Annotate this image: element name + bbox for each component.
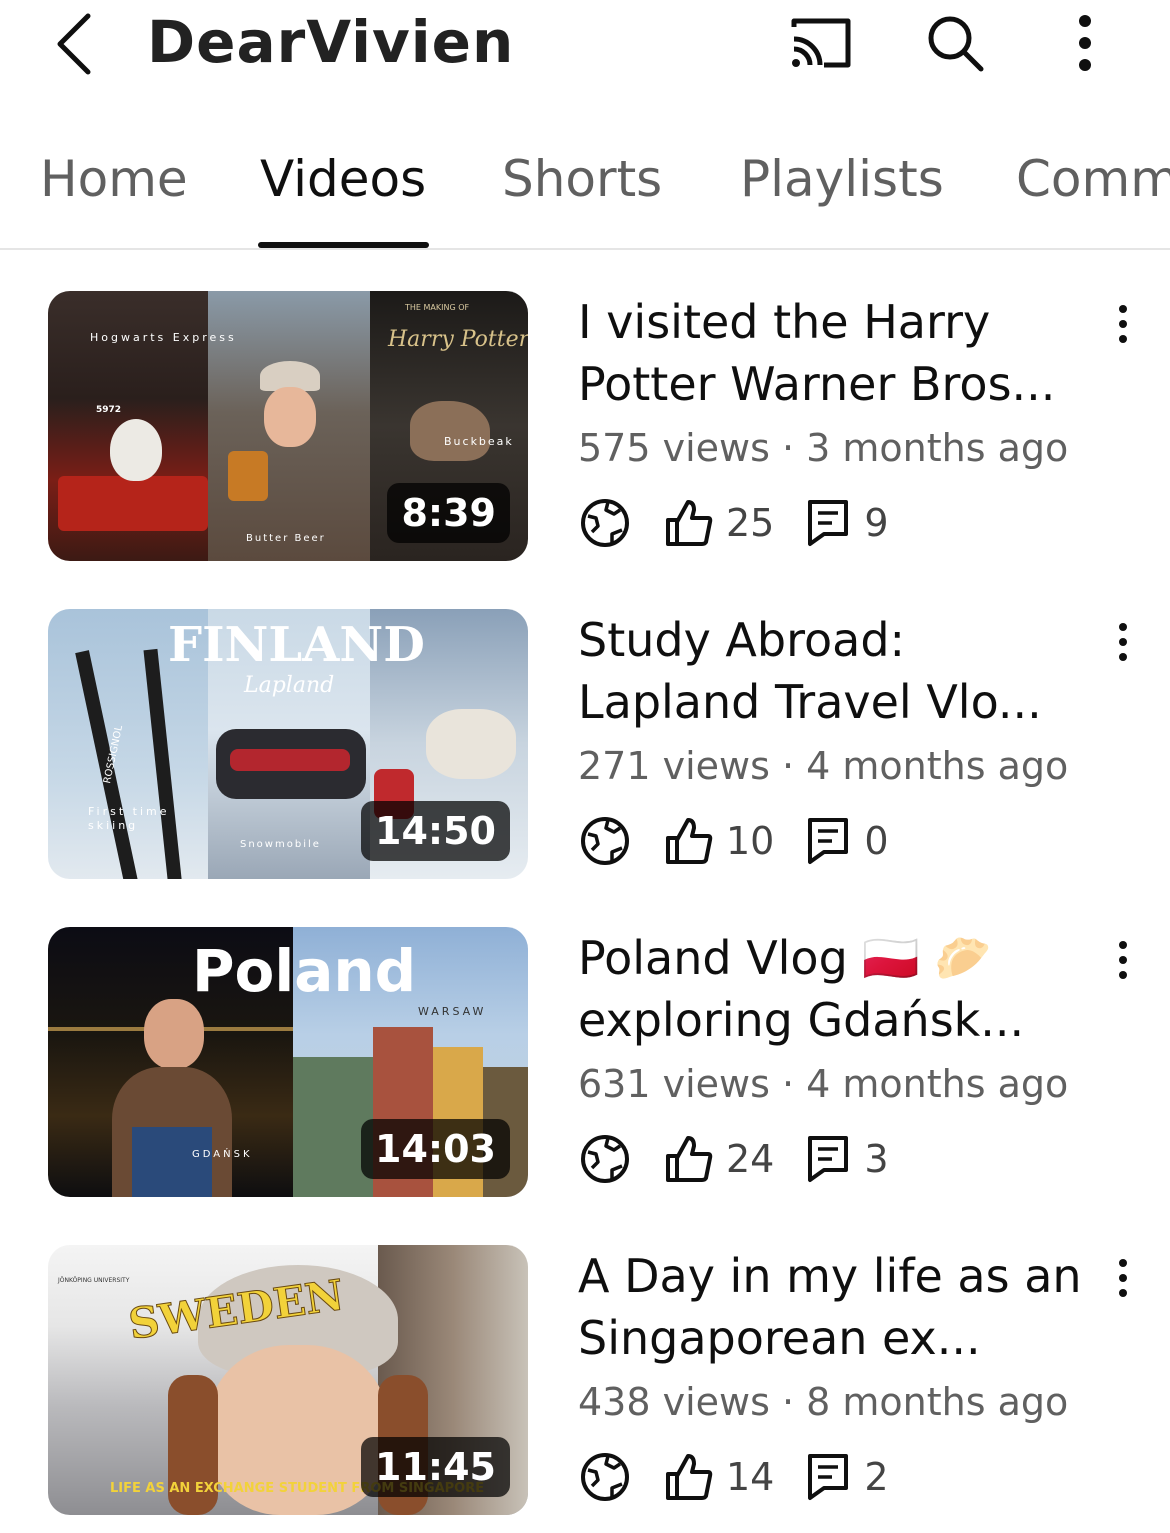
video-more-button[interactable]: [1106, 299, 1140, 349]
comment-count: 0: [806, 816, 889, 866]
comment-count-text: 3: [864, 1137, 889, 1181]
video-duration: 11:45: [361, 1437, 510, 1497]
video-title[interactable]: Study Abroad: Lapland Travel Vlo...: [578, 609, 1098, 733]
visibility-public-icon: [578, 1132, 632, 1186]
thumbnail-caption: Harry Potter: [388, 327, 528, 352]
active-tab-indicator: [258, 242, 429, 248]
tab-videos[interactable]: Videos: [260, 150, 426, 208]
cast-button[interactable]: [784, 10, 858, 76]
thumbnail-caption: 5972: [96, 405, 122, 415]
thumbnail-caption: Buckbeak: [444, 435, 514, 448]
video-info: I visited the Harry Potter Warner Bros..…: [578, 291, 1098, 553]
thumbnail-caption: Lapland: [244, 673, 335, 698]
tab-home[interactable]: Home: [40, 150, 188, 208]
video-item[interactable]: Poland WARSAW GDAŃSK 14:03 Poland Vlog 🇵…: [0, 927, 1170, 1197]
comment-icon: [808, 818, 849, 864]
comment-count-text: 9: [864, 501, 889, 545]
like-count-text: 14: [726, 1455, 775, 1499]
more-vertical-icon: [1079, 15, 1091, 71]
top-bar: DearVivien: [0, 0, 1170, 100]
thumbnail-caption: GDAŃSK: [192, 1149, 253, 1160]
thumbnail-caption: THE MAKING OF: [405, 303, 470, 312]
video-title[interactable]: A Day in my life as an Singaporean ex...: [578, 1245, 1098, 1369]
video-meta: 575 views · 3 months ago: [578, 426, 1069, 470]
comment-icon: [808, 1136, 849, 1182]
like-count: 10: [664, 816, 774, 866]
thumbnail-caption: Poland: [192, 937, 417, 1005]
video-item[interactable]: Hogwarts Express 5972 THE MAKING OF Harr…: [0, 291, 1170, 561]
video-thumbnail[interactable]: Poland WARSAW GDAŃSK 14:03: [48, 927, 528, 1197]
thumbnail-caption: JÖNKÖPING UNIVERSITY: [58, 1277, 130, 1284]
video-stats: 10 0: [578, 811, 1098, 871]
video-title[interactable]: Poland Vlog 🇵🇱 🥟 exploring Gdańsk...: [578, 927, 1098, 1051]
tab-community[interactable]: Comm: [1016, 150, 1170, 208]
comment-count-text: 2: [864, 1455, 889, 1499]
comment-count-text: 0: [864, 819, 889, 863]
comment-count: 2: [806, 1452, 889, 1502]
visibility-public-icon: [578, 814, 632, 868]
thumbnail-caption: Butter Beer: [246, 533, 326, 544]
search-button[interactable]: [918, 10, 992, 76]
video-more-button[interactable]: [1106, 617, 1140, 667]
thumbnail-caption: FINLAND: [168, 617, 425, 673]
more-options-button[interactable]: [1048, 10, 1122, 76]
like-count: 24: [664, 1134, 774, 1184]
back-arrow-icon: [57, 13, 91, 75]
comment-icon: [808, 1454, 849, 1500]
cast-icon: [791, 18, 851, 68]
back-button[interactable]: [44, 8, 104, 80]
thumbnail-caption: Hogwarts Express: [90, 331, 237, 344]
like-count-text: 25: [726, 501, 775, 545]
like-count-text: 24: [726, 1137, 775, 1181]
video-info: A Day in my life as an Singaporean ex...…: [578, 1245, 1098, 1507]
video-thumbnail[interactable]: JÖNKÖPING UNIVERSITY SWEDEN LIFE AS AN E…: [48, 1245, 528, 1515]
channel-tabs: Home Videos Shorts Playlists Comm: [0, 120, 1170, 250]
video-item[interactable]: JÖNKÖPING UNIVERSITY SWEDEN LIFE AS AN E…: [0, 1245, 1170, 1515]
video-thumbnail[interactable]: Hogwarts Express 5972 THE MAKING OF Harr…: [48, 291, 528, 561]
thumbnail-caption: Snowmobile: [240, 839, 321, 850]
video-meta: 438 views · 8 months ago: [578, 1380, 1069, 1424]
visibility-public-icon: [578, 1450, 632, 1504]
thumbs-up-icon: [666, 1454, 713, 1500]
thumbnail-caption: First time skiing: [88, 805, 170, 832]
thumbs-up-icon: [666, 818, 713, 864]
video-stats: 14 2: [578, 1447, 1098, 1507]
video-more-button[interactable]: [1106, 1253, 1140, 1303]
like-count: 25: [664, 498, 774, 548]
tab-playlists[interactable]: Playlists: [740, 150, 944, 208]
video-stats: 24 3: [578, 1129, 1098, 1189]
thumbnail-caption: WARSAW: [418, 1005, 487, 1018]
comment-icon: [808, 500, 849, 546]
search-icon: [928, 16, 984, 72]
channel-title: DearVivien: [147, 8, 515, 76]
video-info: Study Abroad: Lapland Travel Vlo... 271 …: [578, 609, 1098, 871]
video-more-button[interactable]: [1106, 935, 1140, 985]
comment-count: 3: [806, 1134, 889, 1184]
video-meta: 631 views · 4 months ago: [578, 1062, 1069, 1106]
like-count: 14: [664, 1452, 774, 1502]
thumbs-up-icon: [666, 500, 713, 546]
tab-shorts[interactable]: Shorts: [502, 150, 662, 208]
video-thumbnail[interactable]: FINLAND Lapland First time skiing Snowmo…: [48, 609, 528, 879]
visibility-public-icon: [578, 496, 632, 550]
video-title[interactable]: I visited the Harry Potter Warner Bros..…: [578, 291, 1098, 415]
video-item[interactable]: FINLAND Lapland First time skiing Snowmo…: [0, 609, 1170, 879]
video-info: Poland Vlog 🇵🇱 🥟 exploring Gdańsk... 631…: [578, 927, 1098, 1189]
video-duration: 14:50: [361, 801, 510, 861]
comment-count: 9: [806, 498, 889, 548]
video-meta: 271 views · 4 months ago: [578, 744, 1069, 788]
video-stats: 25 9: [578, 493, 1098, 553]
video-duration: 14:03: [361, 1119, 510, 1179]
thumbs-up-icon: [666, 1136, 713, 1182]
like-count-text: 10: [726, 819, 775, 863]
video-duration: 8:39: [387, 483, 510, 543]
